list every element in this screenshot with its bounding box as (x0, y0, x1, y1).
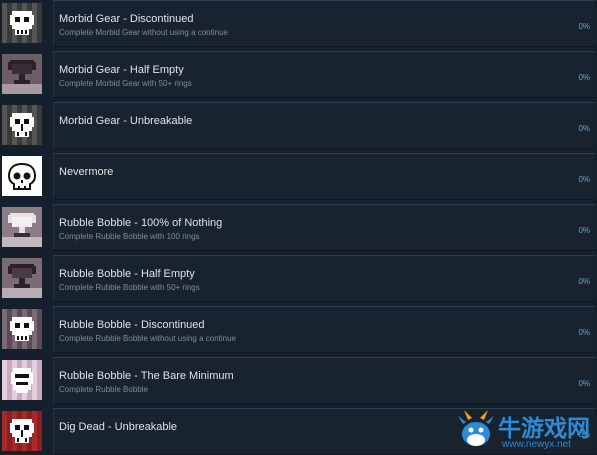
achievement-bar: Morbid Gear - Half Empty Complete Morbid… (53, 51, 595, 98)
skull-icon (2, 105, 42, 145)
trophy-icon (2, 54, 42, 94)
achievement-title: Morbid Gear - Discontinued (59, 13, 194, 25)
achievement-title: Rubble Bobble - 100% of Nothing (59, 217, 223, 229)
achievement-bar: Rubble Bobble - 100% of Nothing Complete… (53, 204, 595, 251)
achievement-row[interactable]: Rubble Bobble - 100% of Nothing Complete… (0, 204, 597, 255)
achievement-bar: Nevermore 0% (53, 153, 595, 200)
achievement-percent: 0% (578, 226, 590, 235)
trophy-icon (2, 207, 42, 247)
cow-logo-icon (458, 410, 494, 446)
achievement-description: Complete Morbid Gear without using a con… (59, 28, 228, 37)
achievement-title: Nevermore (59, 166, 114, 178)
watermark-url: www.newyx.net (502, 439, 571, 450)
achievement-bar: Morbid Gear - Unbreakable 0% (53, 102, 595, 149)
skull-icon (2, 156, 42, 196)
achievement-row[interactable]: Morbid Gear - Unbreakable 0% (0, 102, 597, 153)
achievement-percent: 0% (578, 379, 590, 388)
achievement-title: Rubble Bobble - Half Empty (59, 268, 195, 280)
skull-icon (2, 411, 42, 451)
achievement-description: Complete Morbid Gear with 50+ rings (59, 79, 192, 88)
achievement-description: Complete Rubble Bobble with 50+ rings (59, 283, 200, 292)
achievement-bar: Rubble Bobble - Half Empty Complete Rubb… (53, 255, 595, 302)
achievement-percent: 0% (578, 22, 590, 31)
achievement-description: Complete Rubble Bobble without using a c… (59, 334, 237, 343)
watermark-brand: 牛游戏网 (498, 415, 590, 441)
achievement-description: Complete Rubble Bobble (59, 385, 148, 394)
achievement-description: Complete Rubble Bobble with 100 rings (59, 232, 200, 241)
achievement-title: Morbid Gear - Unbreakable (59, 115, 193, 127)
achievement-percent: 0% (578, 328, 590, 337)
achievement-bar: Rubble Bobble - The Bare Minimum Complet… (53, 357, 595, 404)
achievement-title: Dig Dead - Unbreakable (59, 421, 178, 433)
skull-icon (2, 3, 42, 43)
achievement-row[interactable]: Rubble Bobble - The Bare Minimum Complet… (0, 357, 597, 408)
achievement-row[interactable]: Nevermore 0% (0, 153, 597, 204)
achievement-bar: Rubble Bobble - Discontinued Complete Ru… (53, 306, 595, 353)
achievement-bar: Morbid Gear - Discontinued Complete Morb… (53, 0, 595, 47)
achievement-percent: 0% (578, 175, 590, 184)
achievement-title: Morbid Gear - Half Empty (59, 64, 184, 76)
achievement-percent: 0% (578, 277, 590, 286)
skull-icon (2, 309, 42, 349)
watermark: 牛游戏网 www.newyx.net (456, 406, 596, 454)
achievement-title: Rubble Bobble - Discontinued (59, 319, 205, 331)
achievement-list: Morbid Gear - Discontinued Complete Morb… (0, 0, 597, 455)
achievement-row[interactable]: Morbid Gear - Discontinued Complete Morb… (0, 0, 597, 51)
achievement-row[interactable]: Morbid Gear - Half Empty Complete Morbid… (0, 51, 597, 102)
achievement-title: Rubble Bobble - The Bare Minimum (59, 370, 234, 382)
achievement-percent: 0% (578, 73, 590, 82)
trophy-icon (2, 258, 42, 298)
skull-icon (2, 360, 42, 400)
achievement-row[interactable]: Rubble Bobble - Discontinued Complete Ru… (0, 306, 597, 357)
achievement-percent: 0% (578, 124, 590, 133)
achievement-row[interactable]: Rubble Bobble - Half Empty Complete Rubb… (0, 255, 597, 306)
